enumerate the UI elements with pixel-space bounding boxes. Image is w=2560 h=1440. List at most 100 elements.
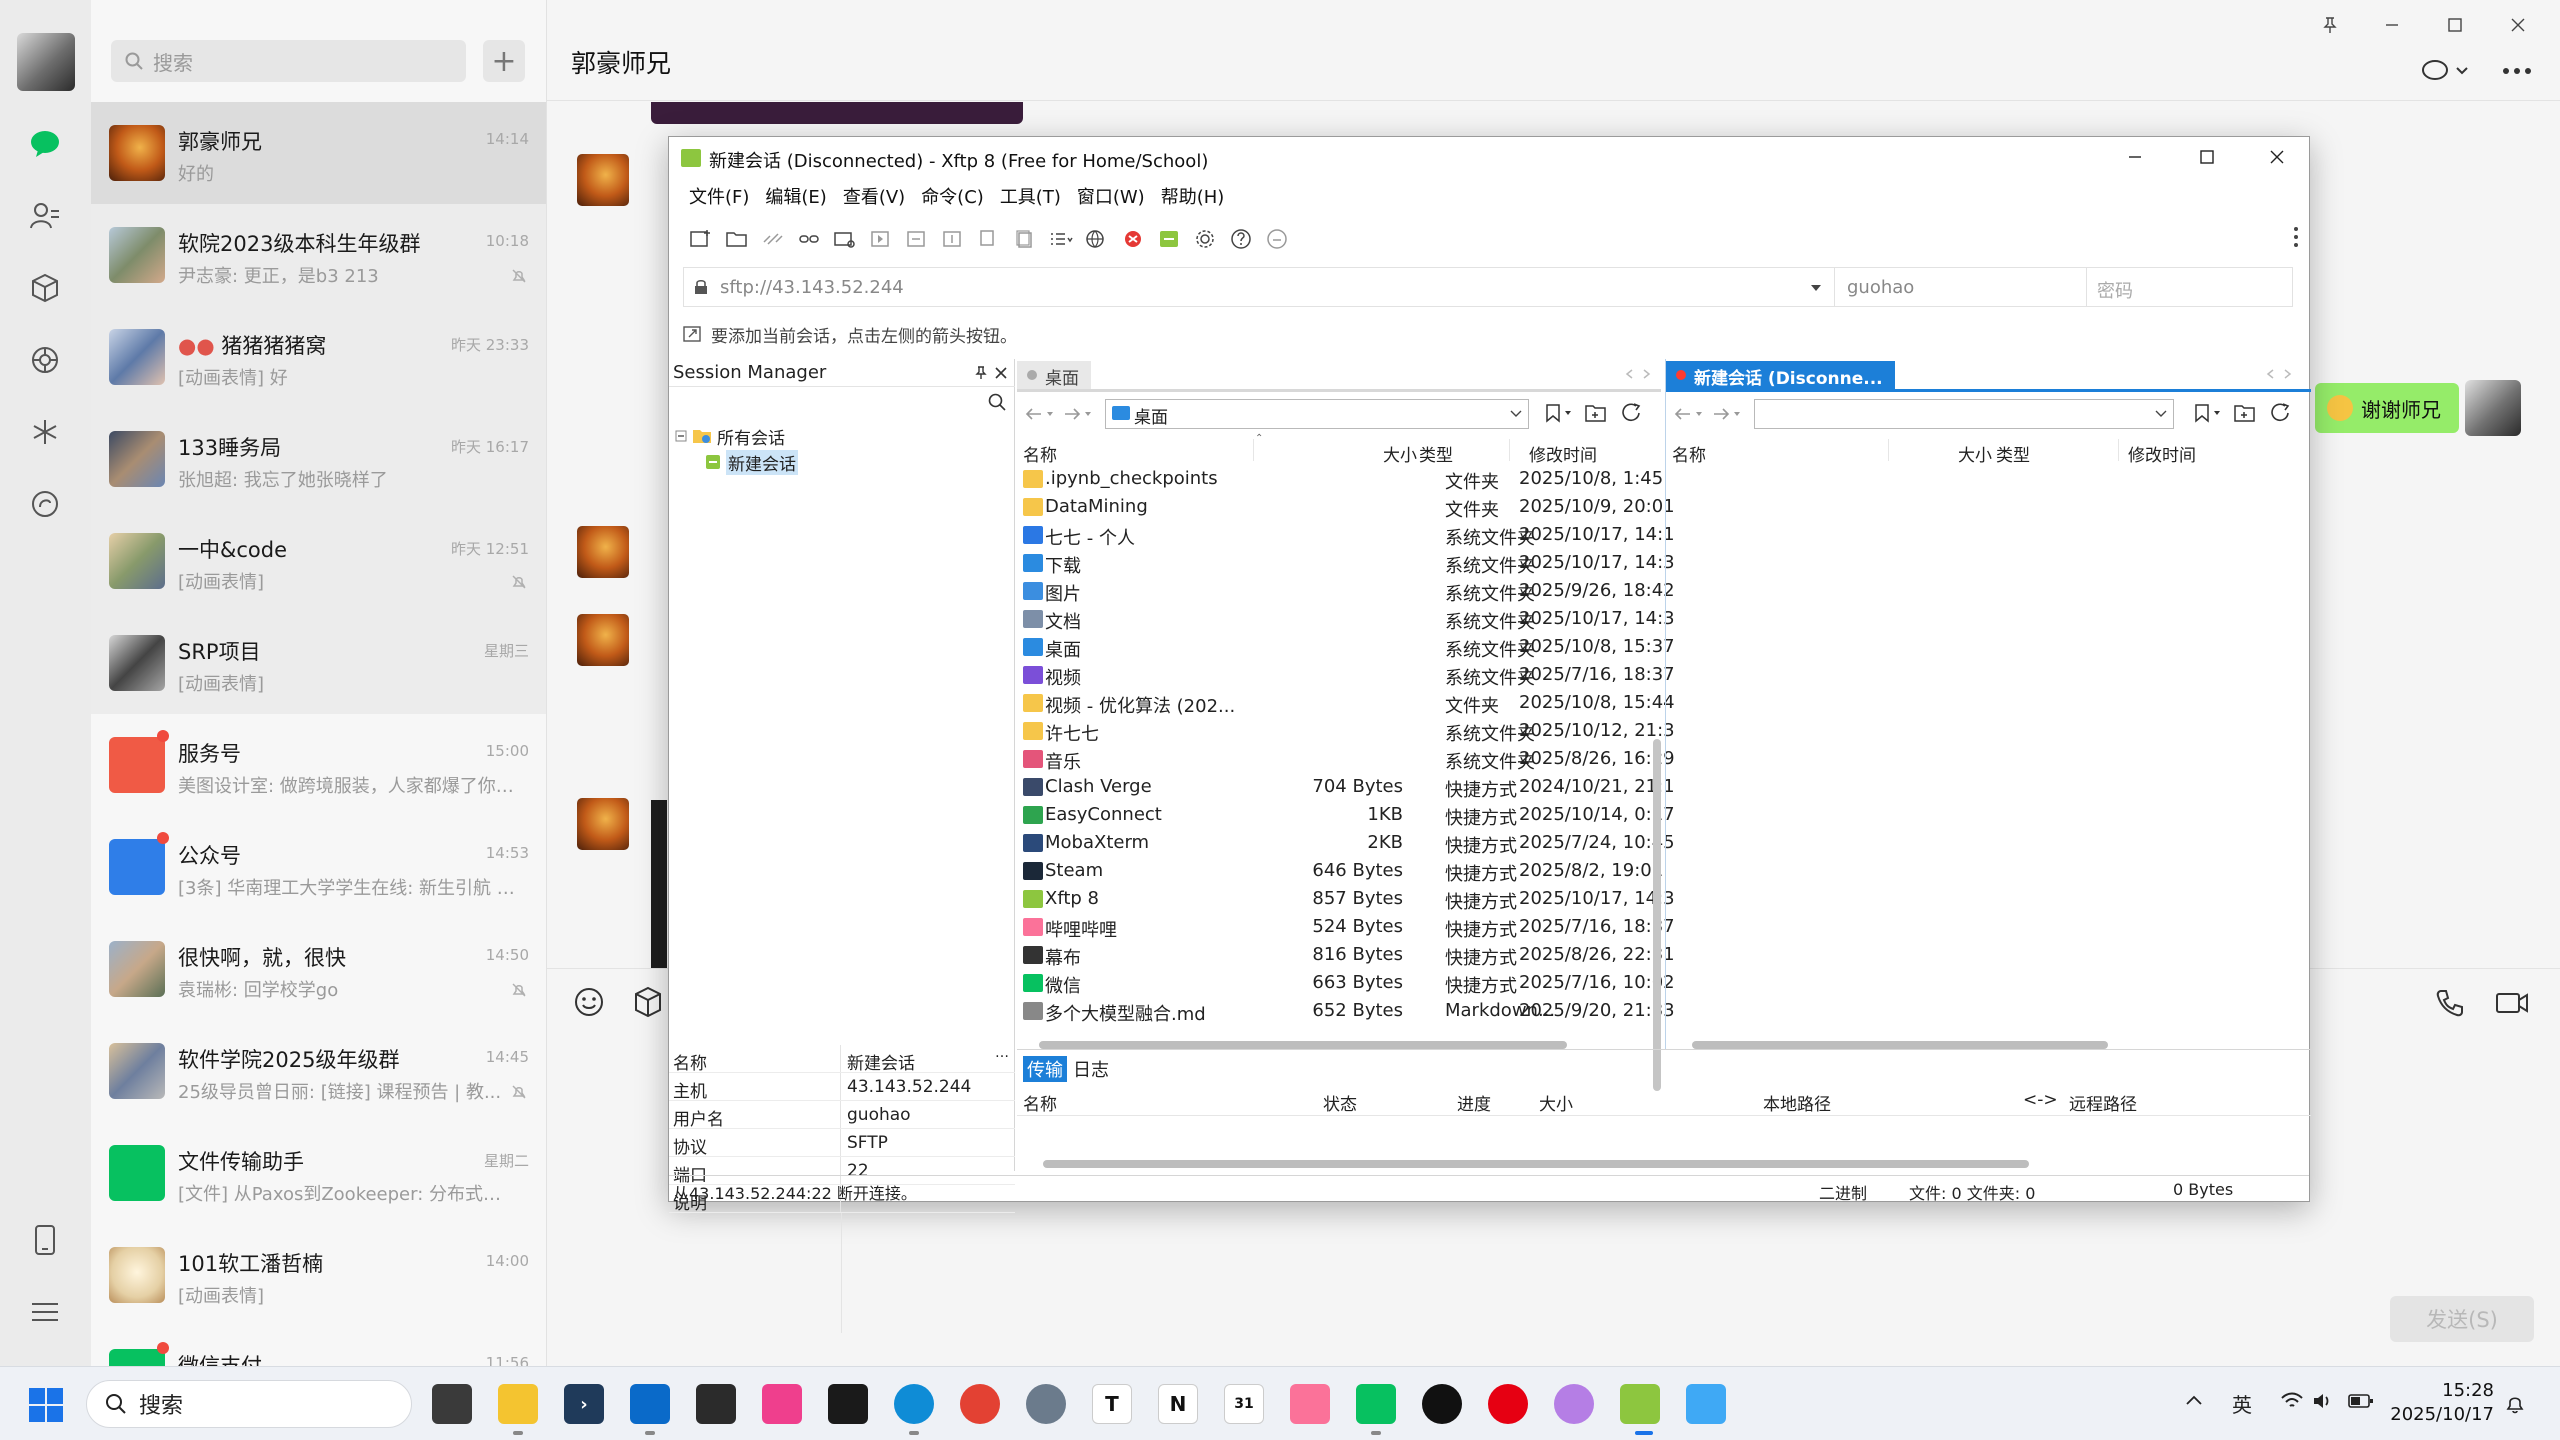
upload-icon[interactable] <box>905 227 929 251</box>
chrome-icon[interactable] <box>960 1384 1000 1424</box>
file-row[interactable]: 视频 - 优化算法 (202... 文件夹 2025/10/8, 15:44 <box>1017 689 1675 717</box>
file-row[interactable]: 视频 系统文件夹 2025/7/16, 18:37 <box>1017 661 1675 689</box>
tab-scroll-right-icon[interactable] <box>2284 369 2292 379</box>
menu-window[interactable]: 窗口(W) <box>1077 183 1153 211</box>
column-name[interactable]: 名称 <box>1672 441 1706 466</box>
notes-icon[interactable] <box>1686 1384 1726 1424</box>
search-icon[interactable] <box>988 393 1006 411</box>
horizontal-scrollbar[interactable] <box>1039 1041 1567 1049</box>
horizontal-scrollbar[interactable] <box>1043 1160 2029 1168</box>
cat-app-icon[interactable] <box>1554 1384 1594 1424</box>
collapse-icon[interactable] <box>675 430 687 442</box>
minimize-icon[interactable] <box>2377 10 2407 40</box>
bookmark-icon[interactable] <box>2194 403 2224 423</box>
mini-program-nav-icon[interactable] <box>25 412 65 452</box>
file-row[interactable]: DataMining 文件夹 2025/10/9, 20:01 <box>1017 493 1675 521</box>
chat-item[interactable]: 软件学院2025级年级群 25级导员曾日丽: [链接] 课程预告 | 教... … <box>91 1020 546 1122</box>
chat-item[interactable]: 微信支付 11:56 <box>91 1326 546 1366</box>
file-row[interactable]: 许七七 系统文件夹 2025/10/12, 21:3 <box>1017 717 1675 745</box>
tab-scroll-left-icon[interactable] <box>1625 369 1633 379</box>
file-row[interactable]: 音乐 系统文件夹 2025/8/26, 16:29 <box>1017 745 1675 773</box>
file-row[interactable]: 多个大模型融合.md 652 Bytes Markdown... 2025/9/20,… <box>1017 997 1675 1025</box>
task-view-icon[interactable] <box>432 1384 472 1424</box>
tab-new-session[interactable]: 新建会话 (Disconne... <box>1666 361 1895 389</box>
column-type[interactable]: 类型 <box>1996 441 2030 466</box>
video-call-icon[interactable] <box>2495 990 2529 1016</box>
pin-icon[interactable] <box>2315 10 2345 40</box>
sent-message-bubble[interactable]: 谢谢师兄 <box>2315 383 2459 433</box>
column-size[interactable]: 大小 <box>1539 1090 1573 1115</box>
tray-chevron-up-icon[interactable] <box>2186 1395 2202 1405</box>
file-row[interactable]: 下载 系统文件夹 2025/10/17, 14:3 <box>1017 549 1675 577</box>
column-size[interactable]: 大小 <box>1383 441 1417 466</box>
edge-icon[interactable] <box>894 1384 934 1424</box>
xftp-icon[interactable] <box>1157 227 1181 251</box>
wifi-icon[interactable] <box>2280 1391 2304 1411</box>
chat-item[interactable]: 一中&code [动画表情] 昨天 12:51 <box>91 510 546 612</box>
chat-item[interactable]: SRP项目 [动画表情] 星期三 <box>91 612 546 714</box>
typora-icon[interactable]: T <box>1092 1384 1132 1424</box>
column-mtime[interactable]: 修改时间 <box>2128 441 2196 466</box>
menu-tools[interactable]: 工具(T) <box>1000 183 1069 211</box>
chat-item[interactable]: 文件传输助手 [文件] 从Paxos到Zookeeper: 分布式一... 星期… <box>91 1122 546 1224</box>
start-icon[interactable] <box>28 1387 64 1423</box>
forward-icon[interactable] <box>1712 407 1742 421</box>
voice-call-icon[interactable] <box>2435 988 2465 1018</box>
download-icon[interactable] <box>941 227 965 251</box>
column-type[interactable]: 类型 <box>1419 441 1453 466</box>
collections-nav-icon[interactable] <box>25 268 65 308</box>
notion-icon[interactable]: N <box>1158 1384 1198 1424</box>
bilibili-icon[interactable] <box>1290 1384 1330 1424</box>
file-row[interactable]: 七七 - 个人 系统文件夹 2025/10/17, 14:1 <box>1017 521 1675 549</box>
add-session-arrow-icon[interactable] <box>683 325 703 343</box>
clock[interactable]: 15:28 2025/10/17 <box>2390 1379 2494 1427</box>
horizontal-scrollbar[interactable] <box>1692 1041 2108 1049</box>
calendar-icon[interactable]: 31 <box>1224 1384 1264 1424</box>
xshell-icon[interactable] <box>1121 227 1145 251</box>
globe-icon[interactable] <box>1085 227 1109 251</box>
maximize-icon[interactable] <box>2440 10 2470 40</box>
reconnect-icon[interactable] <box>797 227 821 251</box>
jetbrains-icon[interactable] <box>762 1384 802 1424</box>
file-row[interactable]: Xftp 8 857 Bytes 快捷方式 2025/10/17, 14:3 <box>1017 885 1675 913</box>
copy-icon[interactable] <box>977 227 1001 251</box>
file-row[interactable]: Clash Verge 704 Bytes 快捷方式 2024/10/21, 21:1 <box>1017 773 1675 801</box>
menu-file[interactable]: 文件(F) <box>689 183 757 211</box>
open-folder-icon[interactable] <box>725 227 749 251</box>
disconnect-icon[interactable] <box>761 227 785 251</box>
vertical-scrollbar[interactable] <box>1653 739 1661 1091</box>
column-remote-path[interactable]: 远程路径 <box>2069 1090 2137 1115</box>
pin-icon[interactable] <box>975 366 987 380</box>
taskbar-search-input[interactable]: 搜索 <box>86 1380 412 1428</box>
close-icon[interactable] <box>2503 10 2533 40</box>
column-name[interactable]: 名称 <box>1023 1090 1057 1115</box>
new-folder-icon[interactable] <box>2234 403 2256 423</box>
column-progress[interactable]: 进度 <box>1457 1090 1491 1115</box>
tab-scroll-left-icon[interactable] <box>2266 369 2274 379</box>
sender-avatar[interactable] <box>577 526 629 578</box>
chevron-down-icon[interactable] <box>2155 410 2167 418</box>
battery-icon[interactable] <box>2348 1393 2374 1409</box>
phone-nav-icon[interactable] <box>25 1220 65 1260</box>
tab-desktop[interactable]: 桌面 <box>1017 361 1091 389</box>
local-path-input[interactable]: 桌面 <box>1105 399 1529 429</box>
file-row[interactable]: 微信 663 Bytes 快捷方式 2025/7/16, 10:02 <box>1017 969 1675 997</box>
column-direction[interactable]: <-> <box>2023 1090 2058 1110</box>
netease-music-icon[interactable] <box>1488 1384 1528 1424</box>
transfer-icon[interactable] <box>833 227 857 251</box>
chevron-down-icon[interactable] <box>1810 284 1822 292</box>
code-screenshot-thumbnail[interactable] <box>651 800 667 968</box>
column-status[interactable]: 状态 <box>1323 1090 1357 1115</box>
contacts-nav-icon[interactable] <box>25 196 65 236</box>
tab-log[interactable]: 日志 <box>1073 1056 1109 1082</box>
terminal-icon[interactable]: › <box>564 1384 604 1424</box>
emoji-picker-icon[interactable] <box>573 986 605 1018</box>
file-row[interactable]: Steam 646 Bytes 快捷方式 2025/8/2, 19:01 <box>1017 857 1663 885</box>
tab-transfer[interactable]: 传输 <box>1023 1056 1067 1082</box>
password-input[interactable]: 密码 <box>2086 268 2292 306</box>
file-row[interactable]: 哔哩哔哩 524 Bytes 快捷方式 2025/7/16, 18:37 <box>1017 913 1675 941</box>
file-row[interactable]: 文档 系统文件夹 2025/10/17, 14:3 <box>1017 605 1675 633</box>
tab-scroll-right-icon[interactable] <box>1643 369 1651 379</box>
chat-item[interactable]: 101软工潘哲楠 [动画表情] 14:00 <box>91 1224 546 1326</box>
chat-item[interactable]: 郭豪师兄 好的 14:14 <box>91 102 546 204</box>
